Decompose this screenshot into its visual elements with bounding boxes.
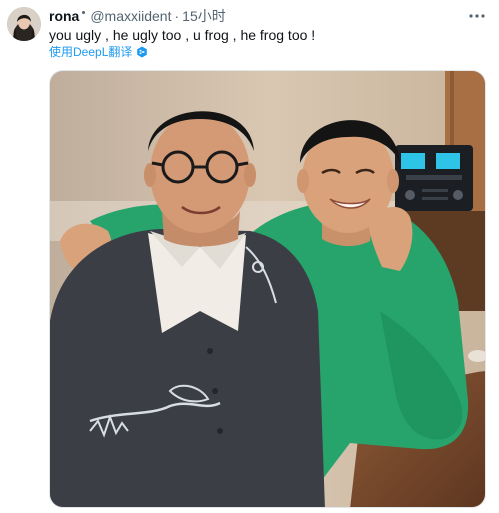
more-horizontal-icon <box>469 14 485 18</box>
verified-dot-icon <box>82 10 86 14</box>
display-name[interactable]: rona <box>49 7 79 25</box>
tweet-photo[interactable] <box>49 70 486 508</box>
translate-label[interactable]: 使用DeepL翻译 <box>49 44 132 60</box>
translate-link[interactable]: 使用DeepL翻译 <box>49 44 148 60</box>
tweet-card: rona @maxxiident · 15小时 you ugly , he ug… <box>0 0 499 513</box>
tweet-header: rona @maxxiident · 15小时 <box>49 7 226 25</box>
separator: · <box>174 8 180 24</box>
avatar[interactable] <box>7 7 41 41</box>
avatar-image <box>7 7 41 41</box>
timestamp[interactable]: 15小时 <box>182 7 226 25</box>
photo-image <box>50 71 485 507</box>
more-options-button[interactable] <box>467 8 487 24</box>
deepl-icon <box>137 46 148 58</box>
tweet-text: you ugly , he ugly too , u frog , he fro… <box>49 27 316 43</box>
user-handle[interactable]: @maxxiident <box>90 7 171 25</box>
